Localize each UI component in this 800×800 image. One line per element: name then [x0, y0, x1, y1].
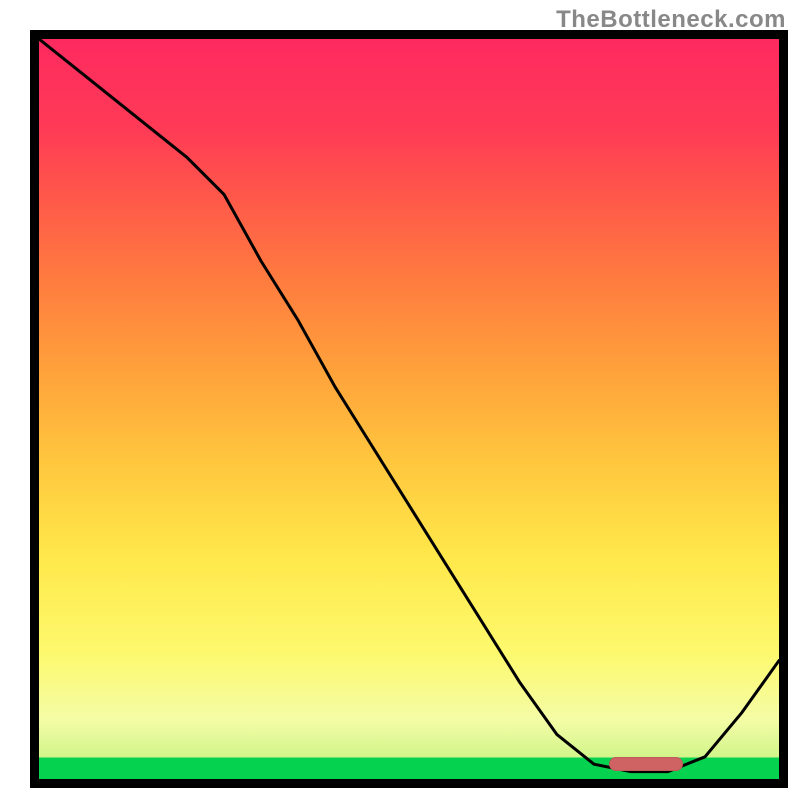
optimum-marker [609, 757, 683, 771]
chart-container: TheBottleneck.com [0, 0, 800, 800]
chart-line-layer [39, 39, 779, 779]
chart-plot-area [30, 30, 788, 788]
bottleneck-curve-line [39, 39, 779, 772]
